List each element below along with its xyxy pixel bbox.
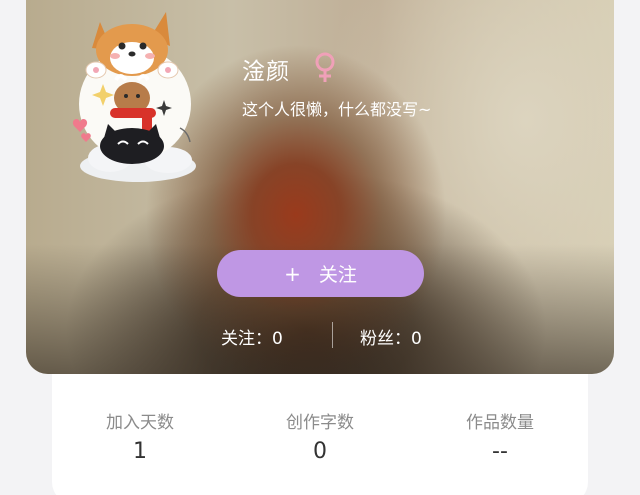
info-label: 加入天数 [106,413,174,433]
info-works-count: 作品数量 -- [430,408,570,464]
info-join-days: 加入天数 1 [70,408,210,464]
female-icon [312,52,338,88]
info-value: 1 [133,439,147,464]
avatar-illustration [72,12,196,182]
info-label: 创作字数 [286,413,354,433]
info-word-count: 创作字数 0 [250,408,390,464]
stats-divider [332,322,333,348]
follow-button-label: 关注 [318,264,357,286]
info-value: -- [492,439,508,464]
user-bio: 这个人很懒，什么都没写~ [242,100,432,119]
profile-page: 淦颜 这个人很懒，什么都没写~ + 关注 关注：0 粉丝：0 加入天数 1 创作… [0,0,640,495]
username: 淦颜 [242,59,290,85]
followers-count[interactable]: 粉丝：0 [360,324,422,349]
avatar[interactable] [70,8,200,188]
info-value: 0 [313,439,327,464]
follow-button[interactable]: + 关注 [217,250,424,297]
info-card: 加入天数 1 创作字数 0 作品数量 -- [52,374,588,495]
following-count[interactable]: 关注：0 [221,324,283,349]
info-label: 作品数量 [466,413,534,433]
plus-icon: + [284,261,301,286]
